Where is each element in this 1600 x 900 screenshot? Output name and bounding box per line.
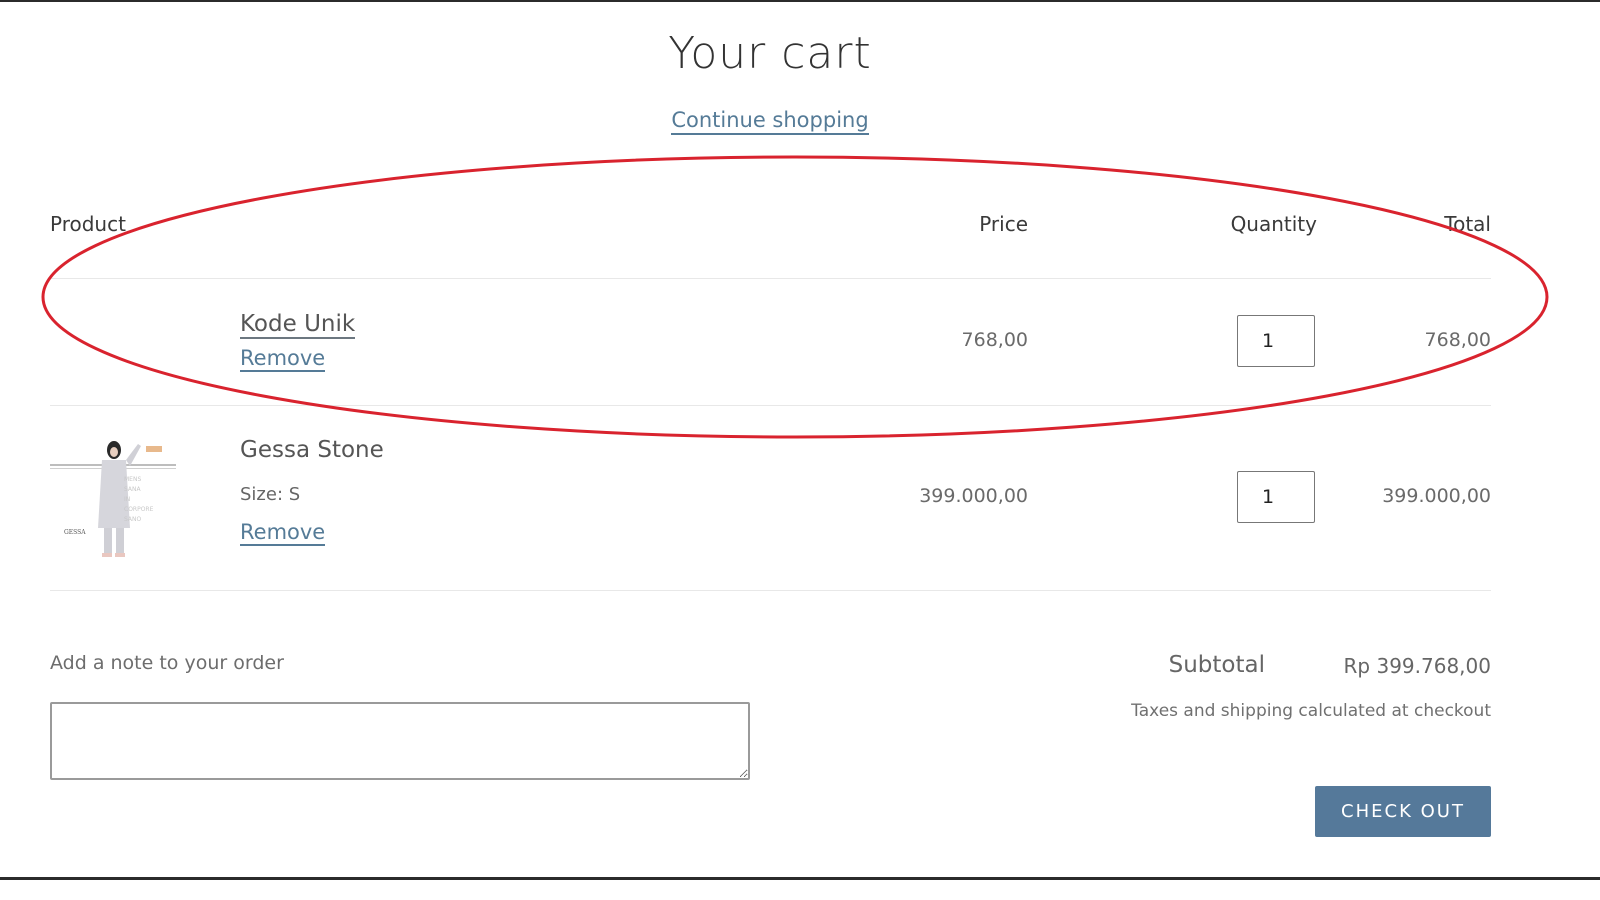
checkout-button[interactable]: CHECK OUT (1315, 786, 1491, 837)
subtotal-label: Subtotal (1168, 652, 1265, 678)
column-header-price: Price (979, 212, 1028, 236)
svg-text:SANO: SANO (124, 516, 142, 523)
quantity-input[interactable] (1237, 315, 1315, 367)
item-price: 768,00 (961, 329, 1028, 351)
svg-text:IN: IN (124, 496, 130, 503)
divider (50, 590, 1491, 591)
subtotal-value: Rp 399.768,00 (1343, 654, 1491, 678)
continue-shopping-link[interactable]: Continue shopping (671, 108, 869, 135)
column-header-total: Total (1444, 212, 1491, 236)
svg-text:SANA: SANA (124, 486, 142, 493)
column-header-quantity: Quantity (1230, 212, 1317, 236)
item-total: 768,00 (1424, 329, 1491, 351)
remove-link[interactable]: Remove (240, 346, 326, 372)
continue-shopping: Continue shopping (0, 108, 1540, 135)
order-note-label: Add a note to your order (50, 652, 284, 674)
remove-link[interactable]: Remove (240, 520, 326, 546)
item-price: 399.000,00 (919, 485, 1028, 507)
tax-note: Taxes and shipping calculated at checkou… (1131, 701, 1491, 721)
product-name[interactable]: Gessa Stone (240, 437, 384, 463)
item-total: 399.000,00 (1382, 485, 1491, 507)
page-title: Your cart (668, 28, 872, 79)
divider (50, 405, 1491, 406)
quantity-input[interactable] (1237, 471, 1315, 523)
product-image[interactable]: MENS SANA IN CORPORE SANO GESSA (50, 436, 176, 562)
window-top-border (0, 0, 1600, 2)
product-variant: Size: S (240, 484, 301, 505)
order-note-input[interactable] (50, 702, 750, 780)
svg-text:CORPORE: CORPORE (124, 506, 154, 513)
image-brand-text: GESSA (64, 529, 86, 536)
divider (50, 278, 1491, 279)
highlight-ellipse (41, 155, 1549, 439)
product-name-link[interactable]: Kode Unik (240, 311, 356, 339)
background (0, 880, 1600, 900)
column-header-product: Product (50, 212, 126, 236)
svg-text:MENS: MENS (124, 476, 141, 483)
